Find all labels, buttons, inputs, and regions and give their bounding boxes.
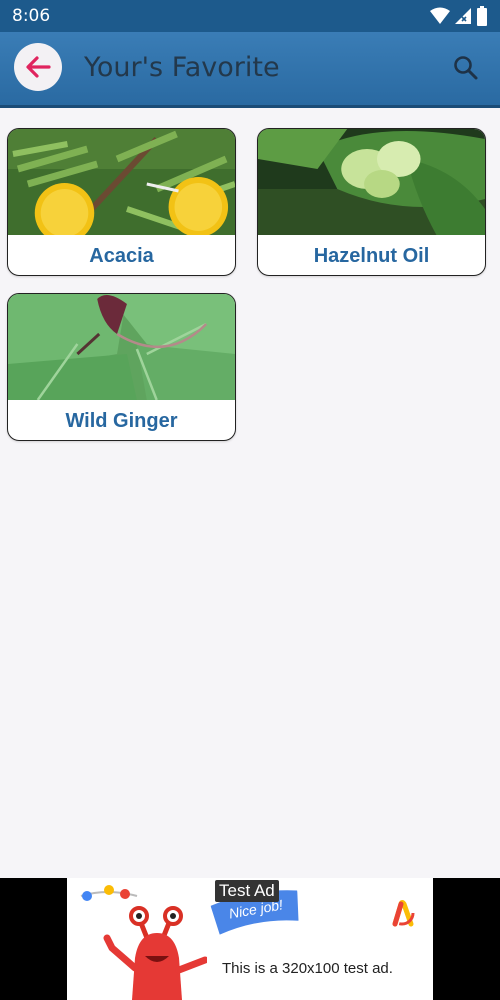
card-label: Wild Ginger (65, 409, 178, 432)
ad-choices-logo-icon (389, 900, 415, 927)
back-arrow-icon (26, 56, 51, 78)
back-button[interactable] (14, 43, 62, 91)
acacia-image (8, 129, 235, 235)
favorite-card-acacia[interactable]: Acacia (7, 128, 236, 276)
app-bar: Your's Favorite (0, 32, 500, 108)
favorite-card-wild-ginger[interactable]: Wild Ginger (7, 293, 236, 441)
card-label: Acacia (89, 244, 154, 267)
ad-mascot-image (80, 885, 207, 1000)
status-bar: 8:06 (0, 0, 500, 32)
card-label: Hazelnut Oil (313, 244, 430, 267)
ad-text: This is a 320x100 test ad. (222, 960, 393, 977)
search-button[interactable] (450, 52, 482, 84)
page-title: Your's Favorite (84, 52, 280, 83)
ad-banner[interactable]: Nice job! Test Ad This is a 320x100 test… (67, 878, 433, 1000)
status-time: 8:06 (12, 6, 51, 26)
ad-container: Nice job! Test Ad This is a 320x100 test… (0, 878, 500, 1000)
signal-icon (455, 8, 471, 24)
ad-label: Test Ad (215, 880, 279, 902)
battery-icon (477, 6, 487, 26)
favorite-card-hazelnut-oil[interactable]: Hazelnut Oil (257, 128, 486, 276)
status-icons (430, 6, 488, 26)
hazelnut-image (258, 129, 485, 235)
wild-ginger-image (8, 294, 235, 400)
wifi-icon (430, 7, 450, 24)
search-icon (454, 56, 478, 80)
